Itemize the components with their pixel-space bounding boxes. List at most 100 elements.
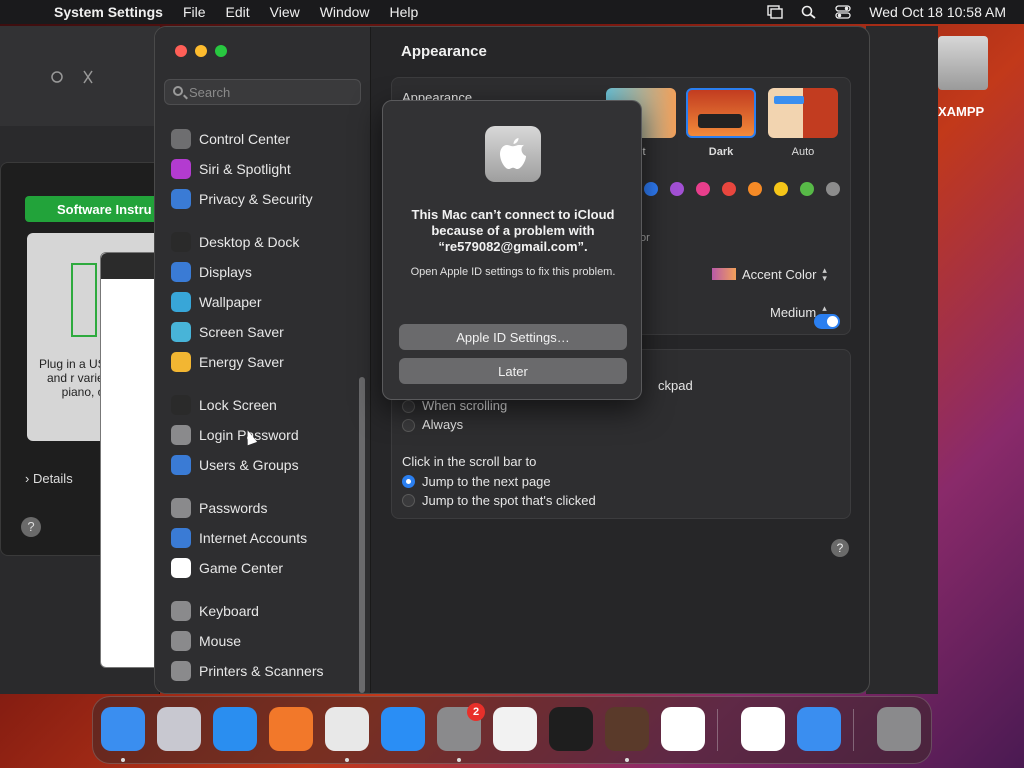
dark-mode-thumbnail[interactable]: [686, 88, 756, 138]
minimize-button[interactable]: [195, 45, 207, 57]
sidebar-item-lock-screen[interactable]: Lock Screen: [171, 394, 277, 416]
installer-help-button[interactable]: ?: [21, 517, 41, 537]
accent-color-swatch[interactable]: [644, 182, 658, 196]
sidebar-item-label: Game Center: [199, 560, 284, 576]
sidebar-item-energy-saver[interactable]: Energy Saver: [171, 351, 284, 373]
accent-color-swatch[interactable]: [774, 182, 788, 196]
menu-window[interactable]: Window: [320, 4, 370, 20]
accent-color-swatch[interactable]: [696, 182, 710, 196]
accent-color-swatch[interactable]: [748, 182, 762, 196]
finder-icon[interactable]: [101, 707, 145, 751]
scroll-when-scrolling-radio[interactable]: [402, 400, 415, 413]
jump-next-page-radio[interactable]: [402, 475, 415, 488]
sidebar-item-printers-scanners[interactable]: Printers & Scanners: [171, 660, 324, 682]
sidebar-item-users-groups[interactable]: Users & Groups: [171, 454, 299, 476]
jump-spot-clicked-radio[interactable]: [402, 494, 415, 507]
installer-step-button[interactable]: Software Instru: [25, 196, 161, 222]
control-center-icon[interactable]: [835, 5, 851, 19]
wallpaper-tinting-toggle[interactable]: [814, 314, 840, 329]
later-button[interactable]: Later: [399, 358, 627, 384]
highlight-color-popup[interactable]: Accent Color ▴ ▾: [712, 266, 827, 283]
sidebar-item-label: Users & Groups: [199, 457, 299, 473]
dock-icon: [171, 232, 191, 252]
accent-color-swatch[interactable]: [800, 182, 814, 196]
apple-id-settings-button[interactable]: Apple ID Settings…: [399, 324, 627, 350]
dark-mode-label: Dark: [708, 146, 734, 158]
sidebar-item-displays[interactable]: Displays: [171, 261, 252, 283]
keyboard-icon: [171, 601, 191, 621]
accent-color-swatch[interactable]: [722, 182, 736, 196]
details-disclosure[interactable]: › Details: [25, 471, 73, 486]
sidebar-item-wallpaper[interactable]: Wallpaper: [171, 291, 262, 313]
sidebar-item-game-center[interactable]: Game Center: [171, 557, 283, 579]
sidebar-item-control-center[interactable]: Control Center: [171, 128, 290, 150]
wallpaper-icon: [171, 292, 191, 312]
background-white-window: [100, 252, 160, 668]
background-window-right: [866, 26, 938, 694]
accent-color-swatch[interactable]: [670, 182, 684, 196]
sidebar-item-label: Wallpaper: [199, 294, 262, 310]
safari-icon[interactable]: [213, 707, 257, 751]
app-store-icon[interactable]: [381, 707, 425, 751]
sidebar-item-screen-saver[interactable]: Screen Saver: [171, 321, 284, 343]
lock-screen-icon: [171, 395, 191, 415]
sidebar-item-passwords[interactable]: Passwords: [171, 497, 267, 519]
sidebar-item-keyboard[interactable]: Keyboard: [171, 600, 259, 622]
zoom-button[interactable]: [215, 45, 227, 57]
screen-saver-icon: [171, 322, 191, 342]
menu-file[interactable]: File: [183, 4, 206, 20]
gear-icon[interactable]: 2: [437, 703, 485, 751]
terminal-icon[interactable]: [549, 707, 593, 751]
textedit-icon[interactable]: [493, 707, 537, 751]
menu-clock[interactable]: Wed Oct 18 10:58 AM: [869, 4, 1006, 20]
sidebar-item-login-password[interactable]: Login Password: [171, 424, 299, 446]
auto-mode-thumbnail[interactable]: [768, 88, 838, 138]
sidebar-scrollbar[interactable]: [359, 377, 365, 693]
vscode-icon[interactable]: [661, 707, 705, 751]
sidebar-item-label: Desktop & Dock: [199, 234, 300, 250]
alert-title: This Mac can’t connect to iCloud because…: [411, 207, 615, 254]
scroll-always-radio[interactable]: [402, 419, 415, 432]
weather-icon[interactable]: [797, 707, 841, 751]
spotlight-search-icon[interactable]: [801, 5, 817, 19]
sidebar-icon-size-value: Medium: [770, 304, 817, 320]
sidebar-item-desktop-dock[interactable]: Desktop & Dock: [171, 231, 299, 253]
auto-mode-label: Auto: [791, 146, 815, 158]
pane-help-button[interactable]: ?: [831, 539, 849, 557]
menu-app-name[interactable]: System Settings: [54, 4, 163, 20]
sidebar: Control Center Siri & Spotlight Privacy & …: [155, 27, 371, 693]
running-indicator: [345, 758, 349, 762]
xampp-drive-icon[interactable]: [938, 36, 988, 90]
menu-edit[interactable]: Edit: [226, 4, 250, 20]
menu-view[interactable]: View: [270, 4, 300, 20]
sidebar-item-label: Passwords: [199, 500, 268, 516]
accent-color-swatch[interactable]: [826, 182, 840, 196]
menu-help[interactable]: Help: [390, 4, 419, 20]
firefox-icon[interactable]: [269, 707, 313, 751]
key-icon: [171, 498, 191, 518]
details-label: Details: [32, 471, 73, 486]
screen-mirroring-icon[interactable]: [767, 5, 783, 19]
lock-icon: [171, 425, 191, 445]
sidebar-item-mouse[interactable]: Mouse: [171, 630, 241, 652]
trash-icon[interactable]: [877, 707, 921, 751]
visual-studio-icon[interactable]: [741, 707, 785, 751]
close-button[interactable]: [175, 45, 187, 57]
sun-icon: [171, 262, 191, 282]
guitar-icon[interactable]: [605, 707, 649, 751]
search-input[interactable]: [189, 84, 349, 100]
chrome-icon[interactable]: [325, 707, 369, 751]
sidebar-item-privacy-security[interactable]: Privacy & Security: [171, 188, 313, 210]
menu-bar: System Settings File Edit View Window He…: [0, 0, 1024, 24]
highlight-color-label: Accent Color: [742, 266, 817, 282]
scroll-when-scrolling-label: When scrolling: [422, 398, 508, 413]
background-toolbar: [0, 26, 160, 126]
launchpad-icon[interactable]: [157, 707, 201, 751]
sidebar-item-internet-accounts[interactable]: Internet Accounts: [171, 527, 307, 549]
sidebar-item-label: Control Center: [199, 131, 291, 147]
game-center-icon: [171, 558, 191, 578]
sidebar-item-siri-spotlight[interactable]: Siri & Spotlight: [171, 158, 291, 180]
hand-icon: [171, 189, 191, 209]
icloud-alert-dialog: This Mac can’t connect to iCloud because…: [382, 100, 642, 400]
sidebar-search[interactable]: [164, 79, 361, 105]
